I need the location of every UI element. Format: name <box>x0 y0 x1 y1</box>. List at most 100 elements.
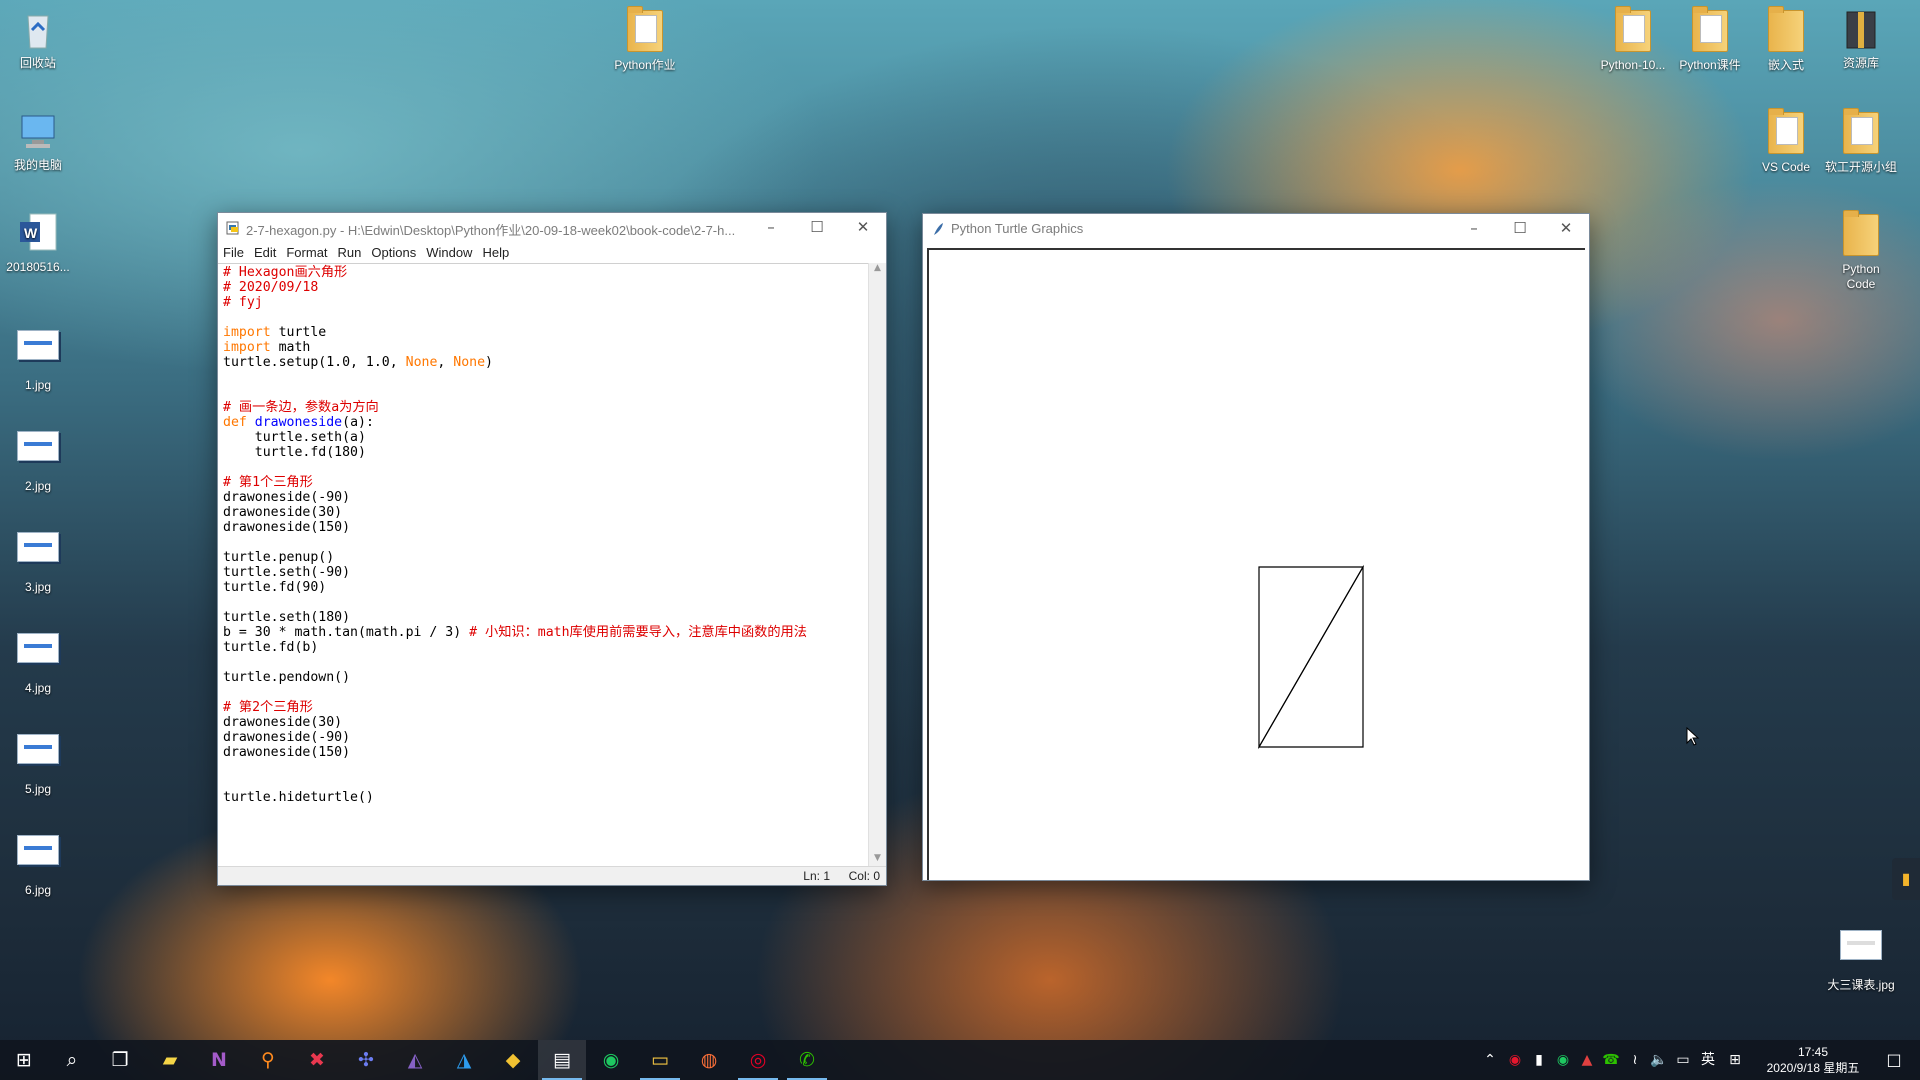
file-explorer-app[interactable]: ▭ <box>636 1040 684 1080</box>
tray-volume[interactable]: 🔈 <box>1648 1040 1670 1080</box>
desktop-icon-2jpg[interactable]: 2.jpg <box>0 421 82 494</box>
onenote-icon: N <box>211 1049 227 1071</box>
tray-overflow-button[interactable]: ⌃ <box>1480 1040 1500 1080</box>
keyboard-icon: ⊞ <box>1729 1052 1741 1068</box>
vscode-app[interactable]: ◮ <box>440 1040 488 1080</box>
python-file-icon <box>226 221 240 238</box>
archive-icon <box>1839 8 1883 52</box>
desktop-icon-schedule[interactable]: 大三课表.jpg <box>1817 920 1905 993</box>
image-file-icon <box>16 431 60 475</box>
desktop-icon-recycle-bin[interactable]: 回收站 <box>0 8 82 71</box>
menu-run[interactable]: Run <box>333 243 367 260</box>
icon-label: 软工开源小组 <box>1824 160 1897 174</box>
tray-green-app[interactable]: ◉ <box>1552 1040 1574 1080</box>
desktop-icon-open-source-group[interactable]: 软工开源小组 <box>1817 108 1905 175</box>
menu-format[interactable]: Format <box>281 243 332 260</box>
desktop-icon-3jpg[interactable]: 3.jpg <box>0 522 82 595</box>
search-button[interactable]: ⌕ <box>48 1040 96 1080</box>
idle-app[interactable]: ▤ <box>538 1040 586 1080</box>
speaker-icon: 🔈 <box>1650 1052 1668 1068</box>
menu-window[interactable]: Window <box>421 243 477 260</box>
side-widget-tab[interactable]: ▮ <box>1892 858 1920 900</box>
turtle-titlebar[interactable]: Python Turtle Graphics – ☐ ✕ <box>923 214 1589 244</box>
status-column: Col: 0 <box>848 869 880 883</box>
desktop-icon-4jpg[interactable]: 4.jpg <box>0 623 82 696</box>
icon-label: 大三课表.jpg <box>1827 978 1895 992</box>
image-file-icon <box>16 330 60 374</box>
desktop-icon-computer[interactable]: 我的电脑 <box>0 110 82 173</box>
scroll-down-icon[interactable]: ▼ <box>869 853 886 867</box>
folder-icon: ▭ <box>651 1049 669 1071</box>
menu-edit[interactable]: Edit <box>249 243 281 260</box>
folder-icon <box>1611 6 1655 54</box>
firefox-icon: ◍ <box>700 1049 718 1071</box>
minimize-button[interactable]: – <box>748 213 794 243</box>
idle-menubar: File Edit Format Run Options Window Help <box>218 243 886 263</box>
status-line: Ln: 1 <box>803 869 830 883</box>
sticky-notes-app[interactable]: ▰ <box>146 1040 194 1080</box>
image-file-icon <box>16 532 60 576</box>
tray-network[interactable]: ≀ <box>1624 1040 1646 1080</box>
folder-icon <box>1764 6 1808 54</box>
weibo-icon: ◉ <box>1508 1052 1522 1068</box>
xmind-app[interactable]: ✖ <box>293 1040 341 1080</box>
icon-label: 2.jpg <box>24 479 52 493</box>
folder-icon <box>1764 108 1808 156</box>
desktop-icon-5jpg[interactable]: 5.jpg <box>0 724 82 797</box>
git-app[interactable]: ◆ <box>489 1040 537 1080</box>
desktop-icon-python-code[interactable]: Python Code <box>1817 210 1905 292</box>
search-app[interactable]: ⚲ <box>244 1040 292 1080</box>
desktop-icon-python-courseware[interactable]: Python课件 <box>1666 6 1754 73</box>
code-text[interactable]: # Hexagon画六角形 # 2020/09/18 # fyj import … <box>218 264 869 805</box>
tray-wechat[interactable]: ☎ <box>1600 1040 1622 1080</box>
xmind-icon: ✖ <box>309 1049 325 1071</box>
folder-icon <box>623 6 667 54</box>
minimize-button[interactable]: – <box>1451 214 1497 244</box>
windows-logo-icon: ⊞ <box>16 1049 32 1071</box>
maximize-button[interactable]: ☐ <box>794 213 840 243</box>
feather-icon <box>931 222 945 239</box>
maximize-button[interactable]: ☐ <box>1497 214 1543 244</box>
menu-file[interactable]: File <box>218 243 249 260</box>
visual-studio-icon: ◭ <box>407 1049 423 1071</box>
start-button[interactable]: ⊞ <box>0 1040 48 1080</box>
turtle-canvas[interactable] <box>927 248 1585 880</box>
desktop-icon-resource-library[interactable]: 资源库 <box>1817 8 1905 71</box>
app-green[interactable]: ◉ <box>587 1040 635 1080</box>
idle-editor-window: 2-7-hexagon.py - H:\Edwin\Desktop\Python… <box>217 212 887 886</box>
menu-help[interactable]: Help <box>477 243 514 260</box>
icon-label: Python课件 <box>1679 58 1741 72</box>
icon-label-line2: Code <box>1846 277 1876 291</box>
scroll-up-icon[interactable]: ▲ <box>869 263 886 277</box>
desktop-icon-word-doc[interactable]: W 20180516... <box>0 212 82 275</box>
tray-keyboard[interactable]: ⊞ <box>1724 1040 1746 1080</box>
idle-titlebar[interactable]: 2-7-hexagon.py - H:\Edwin\Desktop\Python… <box>218 213 886 243</box>
code-editor[interactable]: # Hexagon画六角形 # 2020/09/18 # fyj import … <box>218 263 869 867</box>
menu-options[interactable]: Options <box>366 243 421 260</box>
icon-label: Python-10... <box>1600 58 1666 72</box>
tray-weibo[interactable]: ◉ <box>1504 1040 1526 1080</box>
tray-usb[interactable]: ▮ <box>1528 1040 1550 1080</box>
desktop-icon-python-homework[interactable]: Python作业 <box>601 6 689 73</box>
onenote-app[interactable]: N <box>195 1040 243 1080</box>
wechat-app[interactable]: ✆ <box>783 1040 831 1080</box>
word-doc-icon: W <box>16 212 60 256</box>
tray-ime[interactable]: 英 <box>1696 1040 1720 1080</box>
tray-app-red[interactable]: ▲ <box>1576 1040 1598 1080</box>
task-view-button[interactable]: ❐ <box>96 1040 144 1080</box>
vertical-scrollbar[interactable]: ▲ ▼ <box>868 263 886 867</box>
desktop-icon-1jpg[interactable]: 1.jpg <box>0 320 82 393</box>
desktop-icon-python-10[interactable]: Python-10... <box>1589 6 1677 73</box>
close-button[interactable]: ✕ <box>1543 214 1589 244</box>
computer-icon <box>16 110 60 154</box>
taskbar-clock[interactable]: 17:45 2020/9/18 星期五 <box>1758 1044 1868 1076</box>
desktop-icon-6jpg[interactable]: 6.jpg <box>0 825 82 898</box>
netease-music-app[interactable]: ◎ <box>734 1040 782 1080</box>
app-circle[interactable]: ✣ <box>342 1040 390 1080</box>
firefox-app[interactable]: ◍ <box>685 1040 733 1080</box>
close-button[interactable]: ✕ <box>840 213 886 243</box>
tray-battery[interactable]: ▭ <box>1672 1040 1694 1080</box>
notification-center-button[interactable]: □ <box>1880 1040 1908 1080</box>
visual-studio-app[interactable]: ◭ <box>391 1040 439 1080</box>
red-tray-icon: ▲ <box>1581 1052 1593 1068</box>
